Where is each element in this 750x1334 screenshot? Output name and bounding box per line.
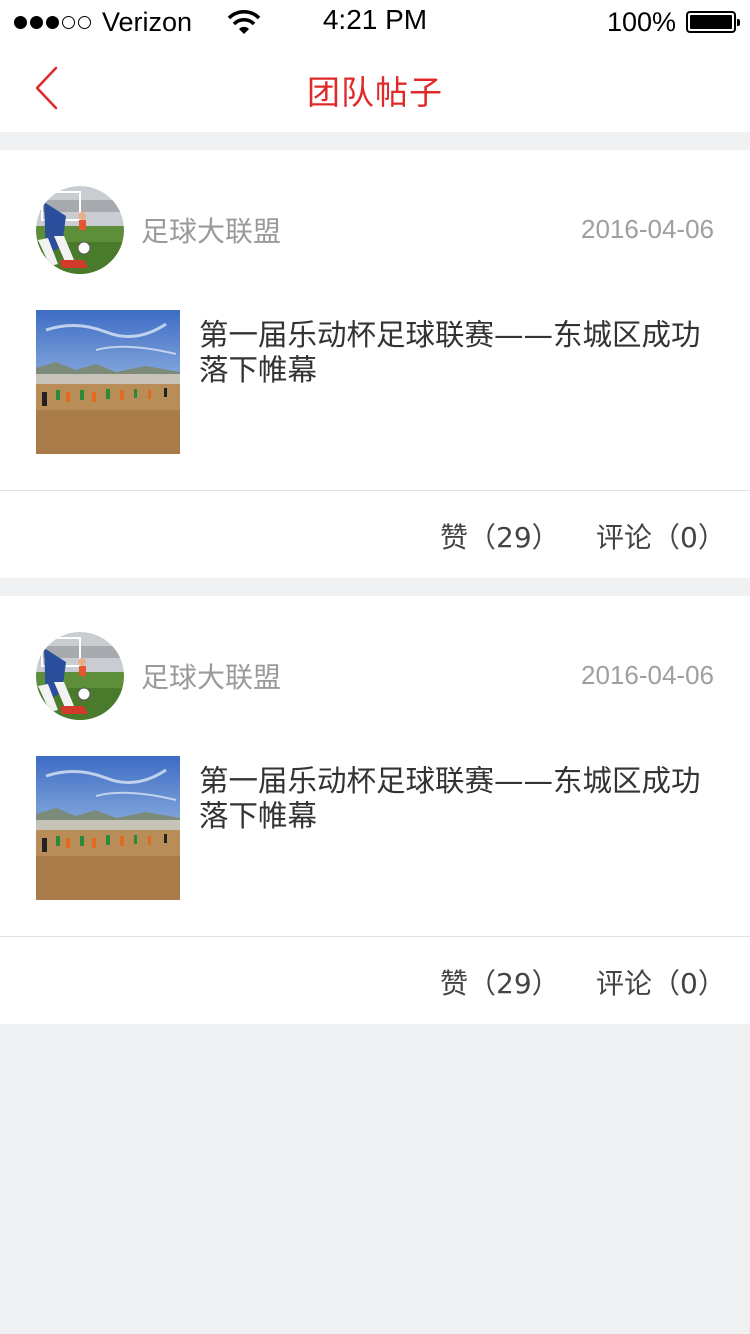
- battery-icon: [686, 11, 740, 33]
- divider: [0, 936, 750, 937]
- status-bar: Verizon 4:21 PM 100%: [0, 0, 750, 44]
- post-title[interactable]: 第一届乐动杯足球联赛——东城区成功落下帷幕: [199, 318, 719, 388]
- post-card[interactable]: 足球大联盟 2016-04-06 第一届乐动杯足球联赛——东城区成功落下帷幕 赞…: [0, 596, 750, 1024]
- post-thumbnail[interactable]: [36, 310, 180, 454]
- like-button[interactable]: 赞（29）: [440, 962, 560, 1002]
- football-match-image: [36, 756, 180, 900]
- post-card[interactable]: 足球大联盟 2016-04-06 第一届乐动杯足球联赛——东城区成功落下帷幕 赞…: [0, 150, 750, 578]
- like-button[interactable]: 赞（29）: [440, 516, 560, 556]
- team-avatar-image: [36, 186, 124, 274]
- divider: [0, 490, 750, 491]
- football-match-image: [36, 310, 180, 454]
- nav-bar: 团队帖子: [0, 44, 750, 132]
- author-name[interactable]: 足球大联盟: [141, 210, 281, 250]
- post-thumbnail[interactable]: [36, 756, 180, 900]
- battery-percent: 100%: [606, 6, 676, 37]
- post-title[interactable]: 第一届乐动杯足球联赛——东城区成功落下帷幕: [199, 764, 719, 834]
- post-feed: 足球大联盟 2016-04-06 第一届乐动杯足球联赛——东城区成功落下帷幕 赞…: [0, 150, 750, 1042]
- post-date: 2016-04-06: [581, 660, 714, 690]
- post-date: 2016-04-06: [581, 214, 714, 244]
- comment-button[interactable]: 评论（0）: [596, 516, 726, 556]
- author-name[interactable]: 足球大联盟: [141, 656, 281, 696]
- page-title: 团队帖子: [307, 73, 443, 112]
- comment-button[interactable]: 评论（0）: [596, 962, 726, 1002]
- team-avatar-image: [36, 632, 124, 720]
- avatar[interactable]: [36, 632, 124, 720]
- avatar[interactable]: [36, 186, 124, 274]
- battery-status: 100%: [606, 6, 740, 38]
